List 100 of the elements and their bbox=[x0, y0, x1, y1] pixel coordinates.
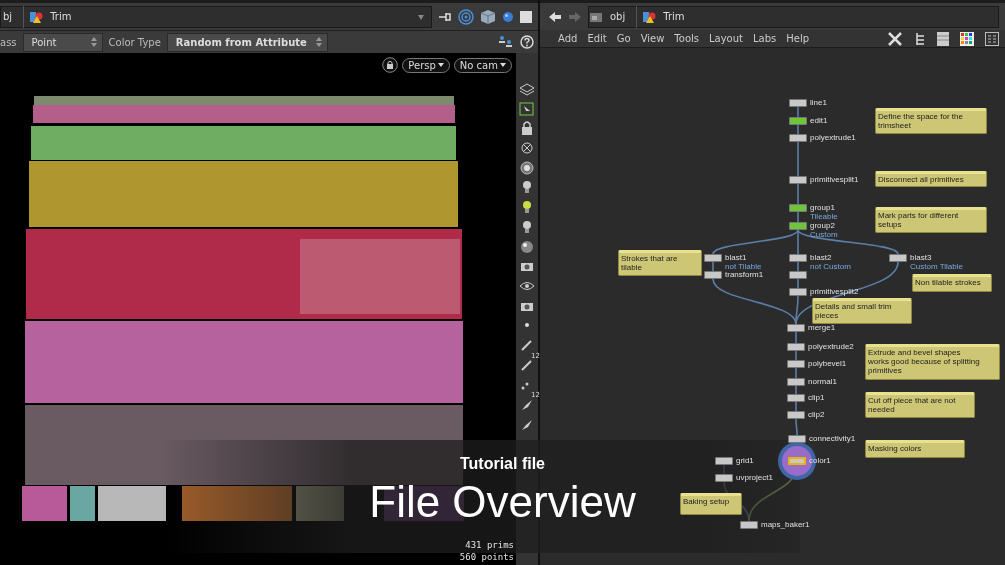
menu-item[interactable]: View bbox=[640, 33, 665, 44]
node-label: merge1 bbox=[808, 323, 836, 332]
shapes-icon[interactable] bbox=[29, 9, 44, 24]
target-icon[interactable] bbox=[458, 8, 474, 25]
parameter-label: ass bbox=[0, 36, 17, 48]
connection-wire bbox=[797, 211, 799, 223]
menu-item[interactable]: Layout bbox=[709, 33, 743, 44]
node-label: edit1 bbox=[810, 116, 828, 125]
pin-icon[interactable] bbox=[438, 10, 452, 23]
path-crumb[interactable]: Trim bbox=[48, 11, 72, 22]
ring-icon[interactable] bbox=[518, 158, 536, 177]
sticky-note[interactable]: Non tilable strokes bbox=[912, 274, 992, 292]
node-label: blast1 bbox=[725, 253, 747, 262]
shapes-icon[interactable] bbox=[642, 9, 657, 24]
sticky-note[interactable]: Masking colors bbox=[865, 440, 965, 458]
menu-item[interactable]: Edit bbox=[587, 33, 607, 44]
grid-icon[interactable] bbox=[985, 31, 999, 46]
graph-node[interactable] bbox=[787, 378, 805, 386]
connection-wire bbox=[795, 385, 797, 395]
graph-node[interactable] bbox=[787, 324, 805, 332]
caret-icon[interactable] bbox=[500, 63, 506, 67]
graph-node[interactable] bbox=[788, 435, 806, 443]
graph-node[interactable] bbox=[789, 271, 807, 279]
parameter-label: Color Type bbox=[108, 36, 161, 48]
parameter-dropdown[interactable]: Point bbox=[22, 32, 103, 52]
node-tag: Tileable bbox=[810, 212, 838, 221]
parameter-dropdown[interactable]: Random from Attribute bbox=[166, 32, 328, 52]
sticky-note[interactable]: Strokes that are tilable bbox=[618, 250, 702, 276]
graph-node[interactable] bbox=[787, 343, 805, 351]
square-icon[interactable] bbox=[520, 10, 532, 23]
menu-item[interactable]: Help bbox=[786, 33, 810, 44]
menu-item[interactable]: Add bbox=[558, 33, 578, 44]
graph-node[interactable] bbox=[789, 222, 807, 230]
sticky-note[interactable]: Extrude and bevel shapes works good because of splitting primitives bbox=[865, 344, 1000, 380]
lock-icon[interactable] bbox=[382, 57, 399, 73]
banner-subtitle: Tutorial file bbox=[459, 455, 545, 473]
node-label: transform1 bbox=[725, 270, 764, 279]
graph-node[interactable] bbox=[789, 99, 807, 107]
tree-icon[interactable] bbox=[914, 30, 926, 47]
menu-item[interactable]: Tools bbox=[674, 33, 699, 44]
graph-node[interactable] bbox=[889, 254, 907, 262]
node-label: polyextrude1 bbox=[810, 133, 856, 142]
graph-node[interactable] bbox=[715, 474, 733, 482]
graph-node[interactable] bbox=[789, 254, 807, 262]
path-crumb[interactable]: Trim bbox=[661, 11, 685, 22]
path-crumb[interactable]: obj bbox=[608, 11, 626, 22]
graph-node[interactable] bbox=[789, 204, 807, 212]
banner-title: File Overview bbox=[369, 477, 636, 527]
stepper-icon[interactable] bbox=[89, 36, 98, 48]
geometry-stat: 560 points bbox=[459, 551, 514, 563]
cursor-icon[interactable] bbox=[518, 99, 536, 118]
node-label: group1 bbox=[810, 203, 835, 212]
connection-wire bbox=[797, 106, 799, 118]
back-arrow-icon[interactable] bbox=[548, 10, 562, 23]
graph-node[interactable] bbox=[789, 176, 807, 184]
connection-wire bbox=[723, 464, 725, 475]
graph-node[interactable] bbox=[704, 271, 722, 279]
graph-node[interactable] bbox=[740, 521, 758, 529]
list-icon[interactable] bbox=[937, 30, 949, 47]
graph-node[interactable] bbox=[789, 134, 807, 142]
sticky-note[interactable]: Cut off piece that are not needed bbox=[865, 392, 975, 418]
geometry-stat: 431 prims bbox=[464, 539, 514, 551]
connection-wire bbox=[797, 124, 799, 135]
path-crumb[interactable]: bj bbox=[1, 11, 13, 22]
sticky-note[interactable]: Disconnect all primitives bbox=[875, 171, 987, 187]
path-bar[interactable]: obj Trim bbox=[588, 5, 999, 28]
caret-icon[interactable] bbox=[437, 63, 444, 67]
graph-node[interactable] bbox=[789, 288, 807, 296]
graph-node[interactable] bbox=[715, 457, 733, 465]
dropdown-arrow-icon[interactable] bbox=[417, 12, 425, 21]
sticky-note[interactable]: Details and small trim pieces bbox=[812, 298, 912, 324]
menu-item[interactable]: Go bbox=[616, 33, 631, 44]
connection-wire bbox=[797, 183, 799, 205]
folder-icon[interactable] bbox=[589, 10, 603, 23]
sticky-note[interactable]: Define the space for the trimsheet bbox=[875, 108, 987, 134]
connection-wire bbox=[795, 367, 797, 379]
stepper-icon[interactable] bbox=[314, 36, 323, 48]
node-label: line1 bbox=[810, 98, 827, 107]
color-palette-icon[interactable] bbox=[960, 31, 974, 46]
node-tag: not Custom bbox=[810, 262, 851, 271]
display-options-icon[interactable] bbox=[498, 35, 514, 49]
sphere-icon[interactable] bbox=[502, 10, 514, 23]
node-label: blast2 bbox=[810, 253, 832, 262]
graph-node[interactable] bbox=[787, 394, 805, 402]
menu-item[interactable]: Labs bbox=[753, 33, 777, 44]
tools-icon[interactable] bbox=[887, 30, 903, 47]
graph-node[interactable] bbox=[787, 360, 805, 368]
connection-wire bbox=[795, 418, 798, 436]
sticky-note[interactable]: Mark parts for different setups bbox=[875, 207, 987, 233]
graph-node[interactable] bbox=[788, 457, 806, 465]
node-label: normal1 bbox=[808, 377, 837, 386]
help-icon[interactable] bbox=[520, 35, 534, 49]
node-label: connectivity1 bbox=[809, 434, 856, 443]
connection-wire bbox=[712, 261, 714, 272]
graph-node[interactable] bbox=[787, 411, 805, 419]
path-bar[interactable]: bj Trim bbox=[0, 5, 432, 28]
graph-node[interactable] bbox=[789, 117, 807, 125]
graph-node[interactable] bbox=[704, 254, 722, 262]
sticky-note[interactable]: Baking setup bbox=[680, 493, 742, 515]
cube-icon[interactable] bbox=[480, 8, 496, 25]
